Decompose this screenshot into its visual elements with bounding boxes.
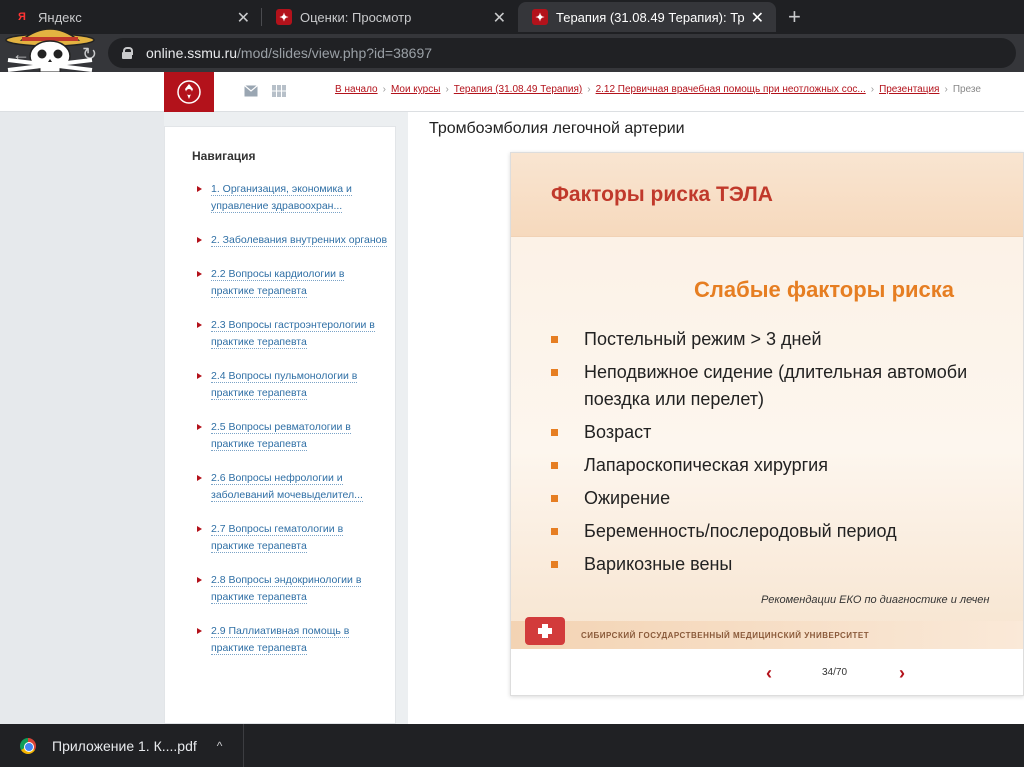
chrome-icon: [20, 737, 36, 754]
browser-toolbar: ← ↻ online.ssmu.ru /mod/slides/view.php?…: [0, 34, 1024, 72]
breadcrumb-presentation[interactable]: Презентация: [879, 84, 939, 95]
slide-bullet: Неподвижное сидение (длительная автомоби: [551, 359, 1023, 386]
prev-slide-button[interactable]: ‹: [766, 663, 772, 684]
nav-item-nephrology[interactable]: 2.6 Вопросы нефрологии и заболеваний моч…: [193, 470, 388, 504]
navigation-list: 1. Организация, экономика и управление з…: [193, 181, 388, 674]
breadcrumb-section[interactable]: 2.12 Первичная врачебная помощь при неот…: [596, 84, 866, 95]
navigation-title: Навигация: [192, 149, 256, 163]
slide-bullet: Постельный режим > 3 дней: [551, 326, 1023, 353]
slide-viewer: Факторы риска ТЭЛА Слабые факторы риска …: [510, 152, 1024, 696]
url-path: /mod/slides/view.php?id=38697: [237, 45, 433, 61]
nav-item-organization[interactable]: 1. Организация, экономика и управление з…: [193, 181, 388, 215]
breadcrumb: В начало › Мои курсы › Терапия (31.08.49…: [335, 84, 981, 95]
nav-item-palliative[interactable]: 2.9 Паллиативная помощь в практике терап…: [193, 623, 388, 657]
lock-icon: [122, 47, 133, 59]
slide-counter: 34/70: [822, 667, 848, 678]
page-title: Тромбоэмболия легочной артерии: [429, 120, 685, 137]
grid-icon[interactable]: [272, 85, 286, 97]
slide-university-name: СИБИРСКИЙ ГОСУДАРСТВЕННЫЙ МЕДИЦИНСКИЙ УН…: [581, 631, 870, 640]
next-slide-button[interactable]: ›: [899, 663, 905, 684]
breadcrumb-separator: ›: [870, 84, 875, 95]
nav-item-label: 2.4 Вопросы пульмонологии в практике тер…: [211, 370, 358, 400]
nav-item-cardiology[interactable]: 2.2 Вопросы кардиологии в практике терап…: [193, 266, 388, 300]
ssmu-logo[interactable]: [164, 72, 214, 112]
close-icon[interactable]: ✕: [237, 8, 250, 28]
browser-tab-bar: Я Яндекс ✕ ✦ Оценки: Просмотр ✕ ✦ Терапи…: [0, 0, 1024, 34]
nav-item-internal-diseases[interactable]: 2. Заболевания внутренних органов: [193, 232, 388, 249]
slide-bullet: Возраст: [551, 419, 1023, 446]
close-icon[interactable]: ✕: [493, 8, 506, 28]
ssmu-icon: ✦: [276, 9, 292, 25]
breadcrumb-separator: ›: [587, 84, 591, 95]
nav-item-hematology[interactable]: 2.7 Вопросы гематологии в практике терап…: [193, 521, 388, 555]
crest-icon: [177, 80, 201, 104]
nav-item-label: 1. Организация, экономика и управление з…: [211, 183, 352, 213]
download-shelf: Приложение 1. К....pdf ^: [0, 724, 1024, 767]
url-host: online.ssmu.ru: [146, 45, 238, 61]
nav-item-label: 2. Заболевания внутренних органов: [211, 234, 388, 247]
breadcrumb-separator: ›: [445, 84, 449, 95]
nav-item-endocrinology[interactable]: 2.8 Вопросы эндокринологии в практике те…: [193, 572, 388, 606]
breadcrumb-separator: ›: [382, 84, 386, 95]
breadcrumb-home[interactable]: В начало: [335, 84, 378, 95]
slide-recommendation-note: Рекомендации ЕКО по диагностике и лечен: [761, 594, 990, 606]
breadcrumb-separator: ›: [944, 84, 948, 95]
address-bar[interactable]: online.ssmu.ru /mod/slides/view.php?id=3…: [108, 38, 1016, 68]
tab-title: Терапия (31.08.49 Терапия): Тр: [556, 9, 745, 25]
nav-item-label: 2.3 Вопросы гастроэнтерологии в практике…: [211, 319, 375, 349]
slide-pager: ‹ 34/70 ›: [511, 649, 1023, 695]
nav-item-label: 2.5 Вопросы ревматологии в практике тера…: [211, 421, 351, 451]
skull-sticker-icon: [5, 28, 95, 73]
nav-item-pulmonology[interactable]: 2.4 Вопросы пульмонологии в практике тер…: [193, 368, 388, 402]
nav-item-label: 2.7 Вопросы гематологии в практике терап…: [211, 523, 344, 553]
nav-item-label: 2.9 Паллиативная помощь в практике терап…: [211, 625, 350, 655]
slide-bullet: Варикозные вены: [551, 551, 1023, 578]
slide-title: Факторы риска ТЭЛА: [551, 183, 773, 206]
new-tab-button[interactable]: +: [788, 4, 801, 30]
tab-grades[interactable]: ✦ Оценки: Просмотр ✕: [262, 2, 518, 32]
main-content: Тромбоэмболия легочной артерии Факторы р…: [408, 112, 1024, 724]
tab-title: Яндекс: [38, 9, 82, 25]
tab-title: Оценки: Просмотр: [300, 9, 412, 25]
breadcrumb-my-courses[interactable]: Мои курсы: [391, 84, 441, 95]
slide-bullet: Беременность/послеродовый период: [551, 518, 1023, 545]
yandex-icon: Я: [18, 11, 26, 23]
ssmu-icon: ✦: [532, 9, 548, 25]
slide-bullet-list: Постельный режим > 3 дней Неподвижное си…: [551, 326, 1023, 584]
nav-item-rheumatology[interactable]: 2.5 Вопросы ревматологии в практике тера…: [193, 419, 388, 453]
web-page: В начало › Мои курсы › Терапия (31.08.49…: [0, 72, 1024, 724]
breadcrumb-current: Презе: [952, 84, 981, 95]
chevron-up-icon[interactable]: ^: [217, 739, 223, 753]
nav-item-label: 2.6 Вопросы нефрологии и заболеваний моч…: [211, 472, 363, 502]
navigation-block: Навигация 1. Организация, экономика и уп…: [164, 126, 396, 724]
download-filename: Приложение 1. К....pdf: [52, 737, 197, 754]
close-icon[interactable]: ✕: [751, 8, 764, 28]
slide-image: Факторы риска ТЭЛА Слабые факторы риска …: [511, 153, 1023, 649]
site-header: В начало › Мои курсы › Терапия (31.08.49…: [0, 72, 1024, 112]
left-gutter: [0, 112, 164, 724]
tab-therapy[interactable]: ✦ Терапия (31.08.49 Терапия): Тр ✕: [518, 2, 776, 32]
nav-item-label: 2.2 Вопросы кардиологии в практике терап…: [211, 268, 345, 298]
slide-bullet: Лапароскопическая хирургия: [551, 452, 1023, 479]
slide-subtitle: Слабые факторы риска: [694, 277, 955, 302]
breadcrumb-course[interactable]: Терапия (31.08.49 Терапия): [454, 84, 582, 95]
slide-bullet: Ожирение: [551, 485, 1023, 512]
nav-item-gastroenterology[interactable]: 2.3 Вопросы гастроэнтерологии в практике…: [193, 317, 388, 351]
mail-icon[interactable]: [244, 85, 258, 97]
slide-bullet-continuation: поездка или перелет): [584, 389, 764, 409]
nav-item-label: 2.8 Вопросы эндокринологии в практике те…: [211, 574, 362, 604]
download-item[interactable]: Приложение 1. К....pdf ^: [0, 724, 244, 767]
medkit-icon: [525, 617, 565, 645]
